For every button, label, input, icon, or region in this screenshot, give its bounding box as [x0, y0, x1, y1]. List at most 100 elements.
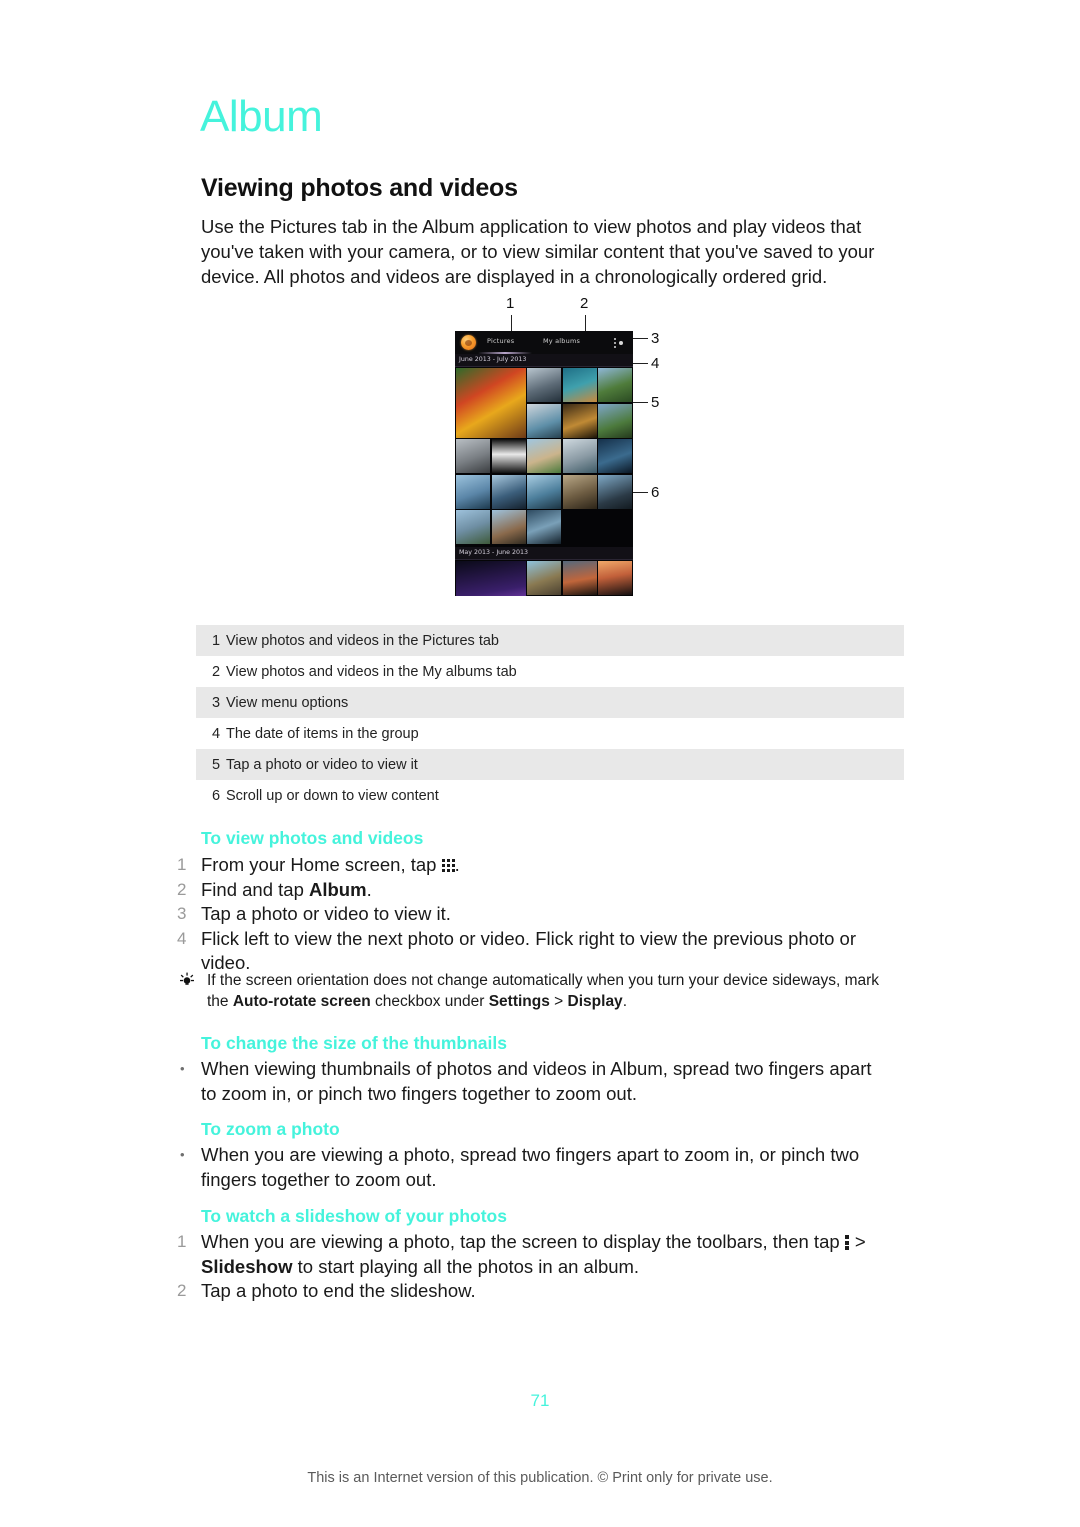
photo-thumbnail[interactable] — [456, 439, 490, 473]
procedure-heading-view-photos: To view photos and videos — [201, 828, 424, 848]
step-body: When you are viewing a photo, tap the sc… — [201, 1230, 887, 1279]
photo-thumbnail[interactable] — [491, 439, 526, 473]
step-body: Tap a photo to end the slideshow. — [201, 1280, 476, 1301]
legend-number: 2 — [212, 663, 221, 680]
list-item: • When you are viewing a photo, spread t… — [177, 1143, 887, 1192]
photo-thumbnail[interactable] — [527, 474, 561, 509]
photo-thumbnail[interactable] — [598, 368, 632, 402]
legend-number: 5 — [212, 756, 221, 773]
photo-thumbnail[interactable] — [598, 403, 632, 438]
list-item: 2 Tap a photo to end the slideshow. — [177, 1279, 887, 1304]
callout-6: 6 — [651, 484, 660, 501]
step-marker: 1 — [177, 1232, 187, 1251]
photo-thumbnail[interactable] — [598, 561, 632, 595]
group-date-header-1: June 2013 - July 2013 — [455, 354, 633, 367]
table-row: 5 Tap a photo or video to view it — [196, 749, 904, 780]
section-title: Viewing photos and videos — [201, 174, 518, 202]
tip-body: If the screen orientation does not chang… — [207, 970, 892, 1012]
step-body: Tap a photo or video to view it. — [201, 903, 451, 924]
step-marker: 2 — [177, 879, 187, 899]
tip-text-mid2: > — [549, 993, 568, 1010]
list-item: • When viewing thumbnails of photos and … — [177, 1057, 887, 1106]
page-number: 71 — [530, 1391, 550, 1410]
tip-bold-settings: Settings — [488, 993, 550, 1010]
legend-number: 4 — [212, 725, 221, 742]
step-text-post: . — [454, 854, 460, 875]
photo-thumbnail[interactable] — [598, 474, 632, 509]
step-text-mid: > — [849, 1231, 866, 1252]
photo-thumbnail[interactable] — [527, 439, 561, 473]
procedure-steps-view-photos: 1 From your Home screen, tap . 2 Find an… — [177, 853, 887, 976]
photo-thumbnail[interactable] — [562, 439, 597, 473]
step-marker: • — [180, 1147, 185, 1162]
procedure-heading-slideshow: To watch a slideshow of your photos — [201, 1206, 507, 1226]
legend-text: View menu options — [226, 694, 349, 711]
footer-note: This is an Internet version of this publ… — [307, 1470, 773, 1486]
photo-grid-group-1 — [455, 367, 633, 545]
procedure-steps-slideshow: 1 When you are viewing a photo, tap the … — [177, 1230, 887, 1304]
step-body: Flick left to view the next photo or vid… — [201, 927, 857, 974]
photo-thumbnail[interactable] — [456, 510, 490, 544]
group-date-header-2: May 2013 - June 2013 — [455, 547, 633, 560]
list-item: 4 Flick left to view the next photo or v… — [177, 927, 887, 976]
tip-text-post: . — [622, 993, 627, 1010]
callout-3: 3 — [651, 330, 660, 347]
table-row: 3 View menu options — [196, 687, 904, 718]
step-body: From your Home screen, tap . — [201, 853, 887, 878]
overflow-menu-icon[interactable] — [614, 338, 624, 348]
step-body: Find and tap Album. — [201, 878, 887, 903]
callout-4: 4 — [651, 355, 660, 372]
tab-my-albums[interactable]: My albums — [543, 337, 580, 345]
photo-thumbnail[interactable] — [562, 403, 597, 438]
step-marker: 4 — [177, 928, 187, 948]
callout-1: 1 — [506, 295, 515, 312]
photo-thumbnail[interactable] — [598, 439, 632, 473]
group-date-label-1: June 2013 - July 2013 — [459, 356, 527, 363]
step-marker: 3 — [177, 904, 187, 923]
callout-2: 2 — [580, 295, 589, 312]
photo-thumbnail[interactable] — [562, 561, 597, 595]
list-item: 3 Tap a photo or video to view it. — [177, 902, 887, 927]
photo-thumbnail[interactable] — [456, 474, 490, 509]
photo-thumbnail[interactable] — [491, 510, 526, 544]
step-body: When you are viewing a photo, spread two… — [201, 1144, 860, 1190]
device-figure: 1 2 3 4 5 6 Pictures My albums June 2013… — [440, 293, 690, 613]
table-row: 4 The date of items in the group — [196, 718, 904, 749]
tip-bold-display: Display — [567, 993, 623, 1010]
photo-thumbnail[interactable] — [456, 561, 526, 596]
album-app-icon — [461, 335, 476, 350]
legend-text: View photos and videos in the My albums … — [226, 663, 517, 680]
photo-thumbnail[interactable] — [527, 403, 561, 438]
legend-number: 1 — [212, 632, 221, 649]
step-marker: 1 — [177, 855, 187, 874]
photo-thumbnail[interactable] — [527, 368, 561, 402]
callout-5: 5 — [651, 394, 660, 411]
tab-pictures[interactable]: Pictures — [487, 337, 514, 345]
step-marker: • — [180, 1061, 185, 1076]
list-item: 1 From your Home screen, tap . — [177, 853, 887, 878]
tip-text-mid1: checkbox under — [370, 993, 489, 1010]
procedure-steps-zoom-photo: • When you are viewing a photo, spread t… — [177, 1143, 887, 1192]
photo-thumbnail[interactable] — [562, 368, 597, 402]
photo-thumbnail[interactable] — [491, 474, 526, 509]
intro-paragraph: Use the Pictures tab in the Album applic… — [201, 216, 875, 287]
photo-thumbnail[interactable] — [527, 510, 561, 544]
legend-text: Tap a photo or video to view it — [226, 756, 418, 773]
procedure-heading-thumbnail-size: To change the size of the thumbnails — [201, 1033, 507, 1053]
step-text-bold: Slideshow — [201, 1255, 293, 1277]
manual-page: Album Viewing photos and videos Use the … — [0, 0, 1080, 1527]
table-row: 1 View photos and videos in the Pictures… — [196, 625, 904, 656]
photo-thumbnail[interactable] — [527, 561, 561, 595]
list-item: 1 When you are viewing a photo, tap the … — [177, 1230, 887, 1279]
legend-number: 6 — [212, 787, 221, 804]
page-title: Album — [200, 92, 323, 141]
step-text: When you are viewing a photo, tap the sc… — [201, 1231, 845, 1252]
legend-number: 3 — [212, 694, 221, 711]
photo-thumbnail[interactable] — [562, 474, 597, 509]
figure-legend-table: 1 View photos and videos in the Pictures… — [196, 625, 904, 811]
step-text-post: . — [366, 878, 372, 900]
table-row: 6 Scroll up or down to view content — [196, 780, 904, 811]
step-marker: 2 — [177, 1281, 187, 1300]
legend-text: View photos and videos in the Pictures t… — [226, 632, 499, 649]
photo-thumbnail[interactable] — [456, 368, 526, 438]
